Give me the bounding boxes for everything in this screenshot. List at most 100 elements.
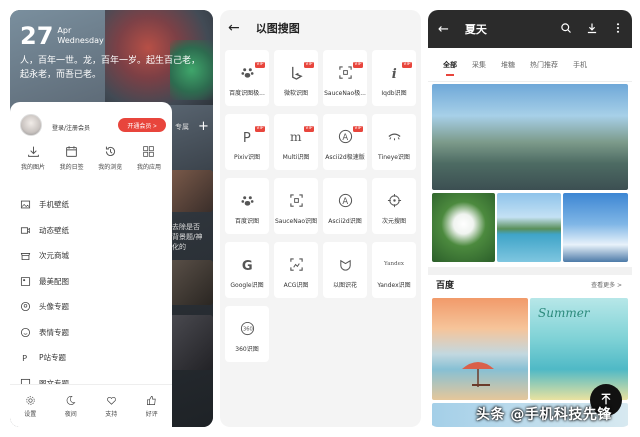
menu-pixiv-topic[interactable]: P P站专题 <box>10 345 172 371</box>
download-icon[interactable] <box>586 22 598 34</box>
menu-avatar-topic[interactable]: 头像专题 <box>10 294 172 320</box>
quick-my-history[interactable]: 我的浏览 <box>91 145 129 171</box>
thumbnail-3[interactable] <box>170 315 213 370</box>
target-icon <box>387 193 401 207</box>
phone-image-search-screen: ← 以图搜图 VIP 百度识图极... VIP 微软识图 VIP SauceNa… <box>220 10 421 427</box>
tile-ascii2d-fast[interactable]: VIP A Ascii2d极速版 <box>323 114 367 170</box>
tile-baidu[interactable]: 百度识图 <box>225 178 269 234</box>
more-vertical-icon[interactable] <box>612 22 624 34</box>
page-title: 夏天 <box>464 23 487 36</box>
back-arrow-icon[interactable]: ← <box>438 22 449 37</box>
quick-my-apps[interactable]: 我的应用 <box>130 145 168 171</box>
menu-best-pictures[interactable]: 最美配图 <box>10 269 172 295</box>
tile-ciyuan[interactable]: 次元搜图 <box>372 178 416 234</box>
phone-menu-screen: 27 Apr Wednesday 人，百年一世。龙，百年一岁。起生百己老，起永老… <box>10 10 213 427</box>
tab-duitang[interactable]: 堆糖 <box>501 60 515 70</box>
watermark: 头条 @手机科技先锋 <box>476 407 612 423</box>
side-caption-2: 背景题/神 <box>172 233 203 241</box>
night-mode-button[interactable]: 夜间 <box>65 395 77 418</box>
pixiv-icon: P <box>22 353 27 363</box>
menu-live-wallpaper[interactable]: 动态壁纸 <box>10 218 172 244</box>
tile-multi[interactable]: VIP m Multi识图 <box>274 114 318 170</box>
heart-icon <box>106 396 116 405</box>
date-display: 27 Apr Wednesday <box>20 24 104 48</box>
tab-collect[interactable]: 采集 <box>472 60 486 70</box>
tab-hot[interactable]: 热门推荐 <box>530 60 558 70</box>
rate-button[interactable]: 好评 <box>146 395 158 418</box>
svg-text:i: i <box>391 67 396 80</box>
drawer-bottom-bar: 设置 夜间 支持 好评 <box>10 384 172 427</box>
tile-saucenao-fast[interactable]: VIP SauceNao极... <box>323 50 367 106</box>
tile-acg[interactable]: ACG识图 <box>274 242 318 298</box>
daily-quote: 人，百年一世。龙，百年一岁。起生百己老，起永老，而吾已老。 <box>20 56 201 80</box>
back-arrow-icon[interactable]: ← <box>228 20 240 36</box>
tile-google[interactable]: G Google识图 <box>225 242 269 298</box>
open-vip-button[interactable]: 开通会员 > <box>118 118 166 132</box>
vip-badge: VIP <box>254 126 265 132</box>
iqdb-icon: i <box>391 67 396 80</box>
quick-my-daily[interactable]: 我的日签 <box>53 145 91 171</box>
settings-button[interactable]: 设置 <box>24 395 36 418</box>
section-divider <box>428 267 632 275</box>
ascii2d-icon: A <box>338 129 352 143</box>
baidu-paw-icon <box>241 195 253 206</box>
baidu-paw-icon <box>241 67 253 78</box>
yandex-icon: Yandex <box>384 261 404 267</box>
date-month: Apr <box>57 26 72 35</box>
apps-icon <box>143 146 155 157</box>
image-clouds[interactable] <box>563 193 628 262</box>
history-icon <box>105 146 115 157</box>
acg-icon <box>289 257 303 271</box>
tile-360[interactable]: 360 360识图 <box>225 306 269 362</box>
calendar-icon <box>66 146 78 157</box>
tile-baidu-fast[interactable]: VIP 百度识图极... <box>225 50 269 106</box>
vip-badge: VIP <box>352 62 363 68</box>
support-button[interactable]: 支持 <box>105 395 117 418</box>
thumbnail-1[interactable] <box>170 170 213 212</box>
tile-ascii2d[interactable]: A Ascii2d识图 <box>323 178 367 234</box>
tab-phone[interactable]: 手机 <box>573 60 587 70</box>
image-lake[interactable] <box>497 193 561 262</box>
ascii2d-icon: A <box>338 193 352 207</box>
tile-saucenao[interactable]: SauceNao识图 <box>274 178 318 234</box>
svg-text:P: P <box>22 353 27 363</box>
app-bar: ← 以图搜图 <box>220 10 421 46</box>
avatar-icon <box>20 302 31 312</box>
thumbnail-2[interactable] <box>170 260 213 305</box>
source-tabs: 全部 采集 堆糖 热门推荐 手机 <box>428 48 632 82</box>
tile-yandex[interactable]: Yandex Yandex识图 <box>372 242 416 298</box>
store-icon <box>20 253 31 261</box>
menu-store[interactable]: 次元商城 <box>10 243 172 269</box>
add-icon[interactable]: + <box>198 119 209 134</box>
tile-bing[interactable]: VIP 微软识图 <box>274 50 318 106</box>
svg-text:360: 360 <box>243 326 253 332</box>
image-white-flowers[interactable] <box>432 193 495 262</box>
quick-actions: 我的图片 我的日签 我的浏览 我的应用 <box>14 145 168 171</box>
vip-badge: VIP <box>303 126 314 132</box>
image-dorm-room[interactable] <box>432 84 628 190</box>
tile-iqdb[interactable]: VIP i Iqdb识图 <box>372 50 416 106</box>
svg-text:A: A <box>342 195 348 205</box>
tile-tineye[interactable]: Tineye识图 <box>372 114 416 170</box>
side-drawer: 登录/注册会员 开通会员 > 我的图片 我的日签 我的浏览 我的应用 手机壁纸 … <box>10 102 172 427</box>
tile-pixiv[interactable]: VIP P Pixiv识图 <box>225 114 269 170</box>
login-register-link[interactable]: 登录/注册会员 <box>52 123 90 132</box>
search-engine-grid: VIP 百度识图极... VIP 微软识图 VIP SauceNao极... V… <box>225 50 417 362</box>
umbrella-icon <box>462 362 494 387</box>
quick-my-images[interactable]: 我的图片 <box>14 145 52 171</box>
multi-m-icon: m <box>289 130 301 144</box>
phone-gallery-screen: ← 夏天 全部 采集 堆糖 热门推荐 手机 百度 查看更多 > Summer <box>428 10 632 427</box>
menu-emoji-topic[interactable]: 表情专题 <box>10 320 172 346</box>
google-g-icon: G <box>241 259 252 272</box>
search-icon[interactable] <box>560 22 572 34</box>
category-tab[interactable]: 专属 <box>175 122 189 132</box>
menu-phone-wallpaper[interactable]: 手机壁纸 <box>10 192 172 218</box>
svg-text:G: G <box>241 259 252 272</box>
side-caption-3: 化的 <box>172 243 186 251</box>
saucenao-icon <box>289 193 303 207</box>
tile-flower[interactable]: 以图识花 <box>323 242 367 298</box>
view-more-link[interactable]: 查看更多 > <box>591 280 622 289</box>
tab-all[interactable]: 全部 <box>443 60 457 76</box>
drawer-menu: 手机壁纸 动态壁纸 次元商城 最美配图 头像专题 表情专题 P P站专题 <box>10 192 172 396</box>
avatar[interactable] <box>20 114 42 136</box>
